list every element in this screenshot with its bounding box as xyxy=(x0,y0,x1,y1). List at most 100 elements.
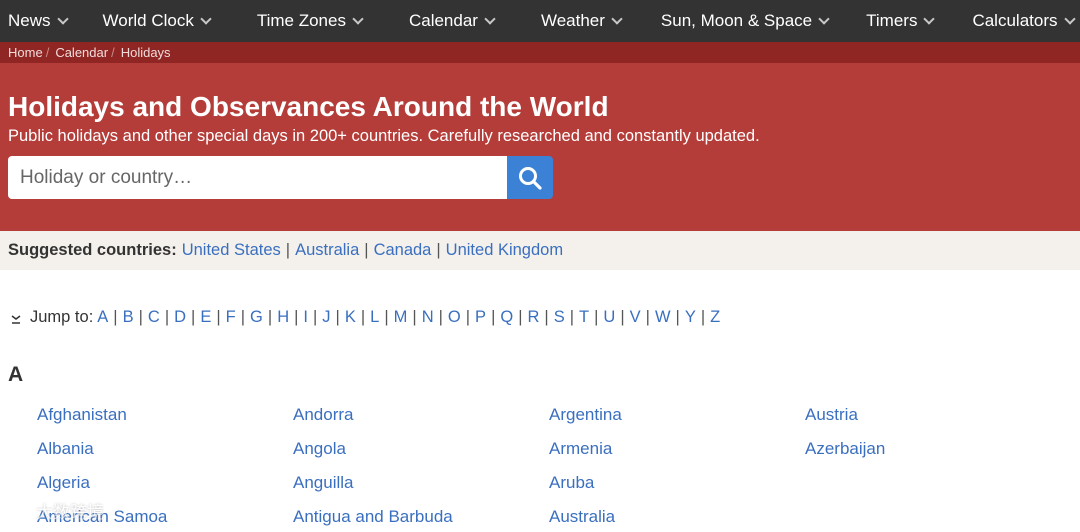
country-link[interactable]: Afghanistan xyxy=(37,404,293,438)
jump-letter-k[interactable]: K xyxy=(345,308,356,327)
pipe-separator: | xyxy=(645,308,650,326)
pipe-separator: | xyxy=(544,308,549,326)
breadcrumb-item-holidays[interactable]: Holidays xyxy=(121,45,171,60)
jump-letter-m[interactable]: M xyxy=(394,308,408,327)
pipe-separator: | xyxy=(313,308,318,326)
pipe-separator: | xyxy=(412,308,417,326)
nav-item-calculators[interactable]: Calculators xyxy=(972,11,1076,31)
jump-letter-q[interactable]: Q xyxy=(500,308,513,327)
jump-letter-h[interactable]: H xyxy=(277,308,289,327)
nav-item-world-clock[interactable]: World Clock xyxy=(102,11,212,31)
chevron-down-icon xyxy=(923,12,936,25)
pipe-separator: | xyxy=(164,308,170,326)
nav-item-weather[interactable]: Weather xyxy=(540,11,623,31)
search-button[interactable] xyxy=(507,156,553,199)
pipe-separator: | xyxy=(335,308,340,326)
chevron-down-icon xyxy=(1063,12,1076,25)
country-link[interactable]: Angola xyxy=(293,438,549,472)
breadcrumb-separator: / xyxy=(111,45,115,60)
page-subtitle: Public holidays and other special days i… xyxy=(8,127,760,145)
jump-letter-s[interactable]: S xyxy=(554,308,565,327)
pipe-separator: | xyxy=(491,308,496,326)
country-column: Andorra Angola Anguilla Antigua and Barbuda xyxy=(293,404,549,532)
country-link[interactable]: Armenia xyxy=(549,438,805,472)
nav-item-label: World Clock xyxy=(102,11,194,30)
nav-item-calendar[interactable]: Calendar xyxy=(408,11,496,31)
country-link[interactable]: Azerbaijan xyxy=(805,438,1061,472)
jump-letters: A | B | C | D | E | F | G | H | I | J | K | L | M | N | O | P | Q | R | S | T |… xyxy=(97,308,720,327)
nav-item-sun-moon-space[interactable]: Sun, Moon & Space xyxy=(660,11,830,31)
jump-letter-v[interactable]: V xyxy=(630,308,641,327)
jump-label: Jump to: xyxy=(30,308,94,326)
country-column: Austria Azerbaijan xyxy=(805,404,1061,532)
nav-item-news[interactable]: News xyxy=(8,11,69,31)
double-chevron-down-icon xyxy=(10,312,22,324)
jump-letter-g[interactable]: G xyxy=(250,308,263,327)
search-bar xyxy=(8,156,1072,199)
jump-to-bar: Jump to: A | B | C | D | E | F | G | H | I | J | K | L | M | N | O | P… xyxy=(10,308,720,327)
chevron-down-icon xyxy=(818,12,830,25)
pipe-separator: | xyxy=(294,308,299,326)
suggested-country-link[interactable]: Australia xyxy=(295,241,359,260)
jump-letter-e[interactable]: E xyxy=(200,308,211,327)
hero-banner: Holidays and Observances Around the Worl… xyxy=(0,63,1080,231)
country-link[interactable]: Australia xyxy=(549,506,805,532)
jump-letter-b[interactable]: B xyxy=(123,308,134,327)
suggested-country-link[interactable]: United Kingdom xyxy=(446,241,563,260)
jump-letter-t[interactable]: T xyxy=(579,308,589,327)
chevron-down-icon xyxy=(200,12,212,25)
nav-item-label: Weather xyxy=(540,11,605,30)
jump-letter-o[interactable]: O xyxy=(448,308,461,327)
jump-letter-c[interactable]: C xyxy=(148,308,160,327)
nav-item-label: Sun, Moon & Space xyxy=(660,11,813,30)
jump-letter-a[interactable]: A xyxy=(97,308,108,327)
pipe-separator: | xyxy=(216,308,221,326)
pipe-separator: | xyxy=(384,308,389,326)
country-link[interactable]: Antigua and Barbuda xyxy=(293,506,549,532)
pipe-separator: | xyxy=(267,308,273,326)
breadcrumb-separator: / xyxy=(45,45,50,60)
jump-letter-p[interactable]: P xyxy=(475,308,486,327)
country-link[interactable]: Austria xyxy=(805,404,1061,438)
country-link[interactable]: Argentina xyxy=(549,404,805,438)
pipe-separator: | xyxy=(465,308,471,326)
suggested-country-link[interactable]: Canada xyxy=(374,241,432,260)
jump-letter-l[interactable]: L xyxy=(370,308,379,327)
breadcrumb: Home / Calendar / Holidays xyxy=(0,42,1080,63)
pipe-separator: | xyxy=(360,308,366,326)
jump-letter-z[interactable]: Z xyxy=(710,308,720,327)
jump-letter-n[interactable]: N xyxy=(422,308,434,327)
country-grid: Afghanistan Albania Algeria American Samoa A… xyxy=(37,404,1061,532)
breadcrumb-item-calendar[interactable]: Calendar xyxy=(55,45,108,60)
page-title: Holidays and Observances Around the Worl… xyxy=(8,91,609,122)
jump-letter-r[interactable]: R xyxy=(528,308,540,327)
country-link[interactable]: Anguilla xyxy=(293,472,549,506)
country-column: Argentina Armenia Aruba Australia xyxy=(549,404,805,532)
pipe-separator: | xyxy=(138,308,143,326)
country-link[interactable]: Aruba xyxy=(549,472,805,506)
jump-letter-u[interactable]: U xyxy=(603,308,615,327)
jump-letter-f[interactable]: F xyxy=(226,308,236,327)
nav-item-time-zones[interactable]: Time Zones xyxy=(257,11,364,31)
pipe-separator: | xyxy=(620,308,625,326)
pipe-separator: | xyxy=(113,308,118,326)
country-link[interactable]: Andorra xyxy=(293,404,549,438)
chevron-down-icon xyxy=(611,12,623,25)
breadcrumb-item-home[interactable]: Home xyxy=(8,45,43,60)
jump-letter-w[interactable]: W xyxy=(655,308,671,327)
chevron-down-icon xyxy=(352,12,364,25)
jump-letter-i[interactable]: I xyxy=(303,308,308,327)
jump-letter-j[interactable]: J xyxy=(322,308,330,327)
suggested-country-link[interactable]: United States xyxy=(182,241,281,260)
watermark-logo-icon xyxy=(9,500,29,521)
jump-letter-d[interactable]: D xyxy=(174,308,186,327)
section-heading: A xyxy=(8,363,24,386)
chevron-down-icon xyxy=(56,12,69,25)
nav-item-timers[interactable]: Timers xyxy=(866,11,936,31)
jump-letter-y[interactable]: Y xyxy=(685,308,696,327)
pipe-separator: | xyxy=(285,241,291,259)
pipe-separator: | xyxy=(594,308,599,326)
search-input[interactable] xyxy=(8,156,507,199)
country-link[interactable]: Albania xyxy=(37,438,293,472)
nav-item-label: Calendar xyxy=(408,11,478,30)
